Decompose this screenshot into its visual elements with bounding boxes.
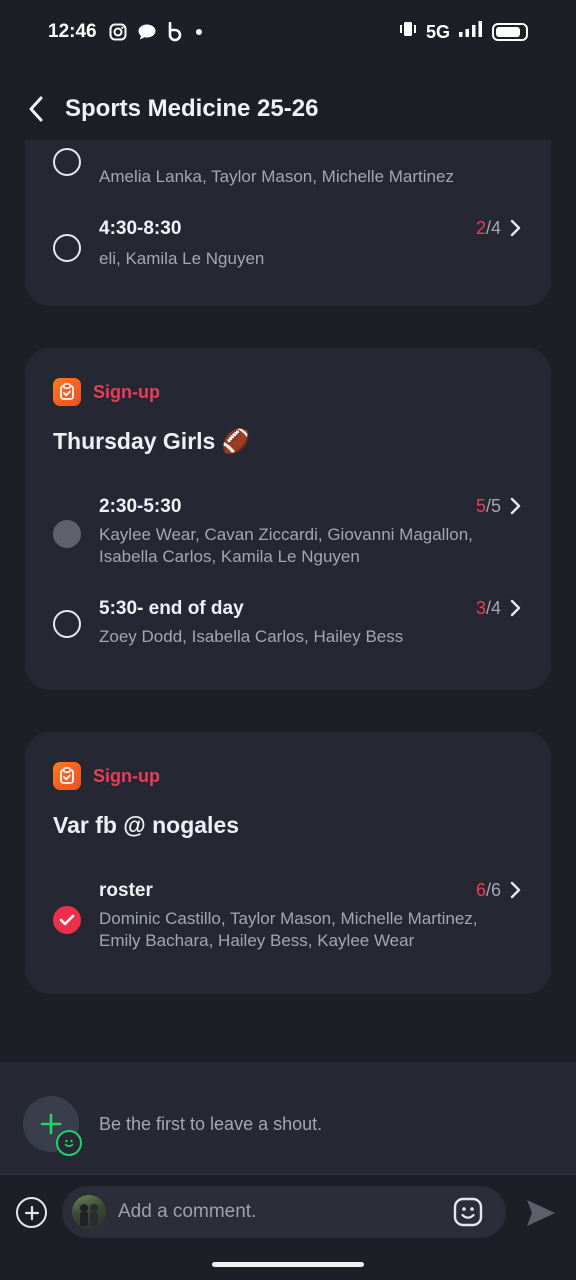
signup-title: Thursday Girls 🏈 — [53, 428, 251, 454]
slot-radio[interactable] — [53, 148, 81, 176]
chevron-right-icon[interactable] — [509, 598, 523, 618]
avatar — [72, 1195, 106, 1229]
feed[interactable]: Amelia Lanka, Taylor Mason, Michelle Mar… — [0, 140, 576, 1062]
slot-time: 4:30-8:30 — [99, 218, 182, 239]
signup-slot[interactable]: Amelia Lanka, Taylor Mason, Michelle Mar… — [25, 144, 551, 214]
signup-slot[interactable]: 4:30-8:30 eli, Kamila Le Nguyen 2/4 — [25, 216, 551, 292]
slot-names: Amelia Lanka, Taylor Mason, Michelle Mar… — [99, 167, 454, 186]
slot-taken: 5 — [475, 496, 486, 516]
signup-card: Amelia Lanka, Taylor Mason, Michelle Mar… — [25, 140, 551, 306]
emoji-icon[interactable] — [452, 1196, 484, 1228]
chat-bubble-icon — [137, 23, 157, 41]
signup-tag: Sign-up — [53, 378, 160, 406]
signup-slot[interactable]: roster Dominic Castillo, Taylor Mason, M… — [25, 878, 551, 958]
slot-total: /5 — [485, 496, 501, 516]
comment-bar — [0, 1174, 576, 1248]
back-button[interactable] — [22, 89, 50, 129]
slot-total: /4 — [485, 598, 501, 618]
slot-count: 3/4 — [476, 598, 501, 619]
signup-tag: Sign-up — [53, 762, 160, 790]
slot-radio[interactable] — [53, 610, 81, 638]
slot-count: 2/4 — [476, 218, 501, 239]
chevron-right-icon[interactable] — [509, 218, 523, 238]
clipboard-check-icon — [53, 378, 81, 406]
slot-taken: 6 — [475, 880, 486, 900]
slot-total: /6 — [485, 880, 501, 900]
dot-icon — [195, 28, 203, 36]
comment-field[interactable] — [62, 1186, 506, 1238]
instagram-icon — [109, 23, 127, 41]
signup-card: Sign-up Var fb @ nogales roster Dominic … — [25, 732, 551, 994]
signup-card: Sign-up Thursday Girls 🏈 2:30-5:30 Kayle… — [25, 348, 551, 690]
slot-time: roster — [99, 880, 153, 901]
send-icon[interactable] — [524, 1197, 558, 1229]
shout-bar[interactable]: Be the first to leave a shout. — [0, 1062, 576, 1174]
slot-names: eli, Kamila Le Nguyen — [99, 249, 265, 268]
checkmark-icon — [59, 914, 75, 926]
slot-radio[interactable] — [53, 234, 81, 262]
battery-icon — [492, 23, 528, 41]
b-app-icon — [167, 22, 185, 42]
slot-time: 5:30- end of day — [99, 598, 244, 619]
signup-label: Sign-up — [93, 381, 160, 402]
plus-icon — [24, 1205, 39, 1220]
add-attachment-button[interactable] — [16, 1197, 47, 1228]
slot-checkbox-checked[interactable] — [53, 906, 81, 934]
signup-label: Sign-up — [93, 765, 160, 786]
plus-icon — [40, 1113, 62, 1135]
chevron-left-icon — [29, 96, 43, 122]
home-indicator[interactable] — [212, 1262, 364, 1267]
smile-icon — [56, 1130, 82, 1156]
slot-taken: 2 — [475, 218, 486, 238]
slot-names: Dominic Castillo, Taylor Mason, Michelle… — [99, 909, 478, 950]
slot-time: 2:30-5:30 — [99, 496, 182, 517]
signal-icon — [458, 20, 484, 44]
clipboard-check-icon — [53, 762, 81, 790]
vibrate-icon — [398, 20, 418, 44]
slot-taken: 3 — [475, 598, 486, 618]
slot-count: 5/5 — [476, 496, 501, 517]
slot-count: 6/6 — [476, 880, 501, 901]
slot-names: Zoey Dodd, Isabella Carlos, Hailey Bess — [99, 627, 404, 646]
chevron-right-icon[interactable] — [509, 496, 523, 516]
slot-total: /4 — [485, 218, 501, 238]
system-nav — [0, 1248, 576, 1280]
signup-slot[interactable]: 2:30-5:30 Kaylee Wear, Cavan Ziccardi, G… — [25, 494, 551, 574]
comment-input[interactable] — [118, 1186, 438, 1238]
shout-prompt: Be the first to leave a shout. — [99, 1114, 323, 1134]
chevron-right-icon[interactable] — [509, 880, 523, 900]
slot-names: Kaylee Wear, Cavan Ziccardi, Giovanni Ma… — [99, 525, 473, 566]
page-title: Sports Medicine 25-26 — [65, 95, 319, 122]
status-time: 12:46 — [48, 21, 97, 42]
signup-title: Var fb @ nogales — [53, 812, 240, 838]
slot-radio[interactable] — [53, 520, 81, 548]
signup-slot[interactable]: 5:30- end of day Zoey Dodd, Isabella Car… — [25, 596, 551, 656]
chat-header: Sports Medicine 25-26 — [0, 80, 576, 138]
status-bar: 12:46 5G — [0, 0, 576, 64]
network-label: 5G — [425, 21, 450, 42]
